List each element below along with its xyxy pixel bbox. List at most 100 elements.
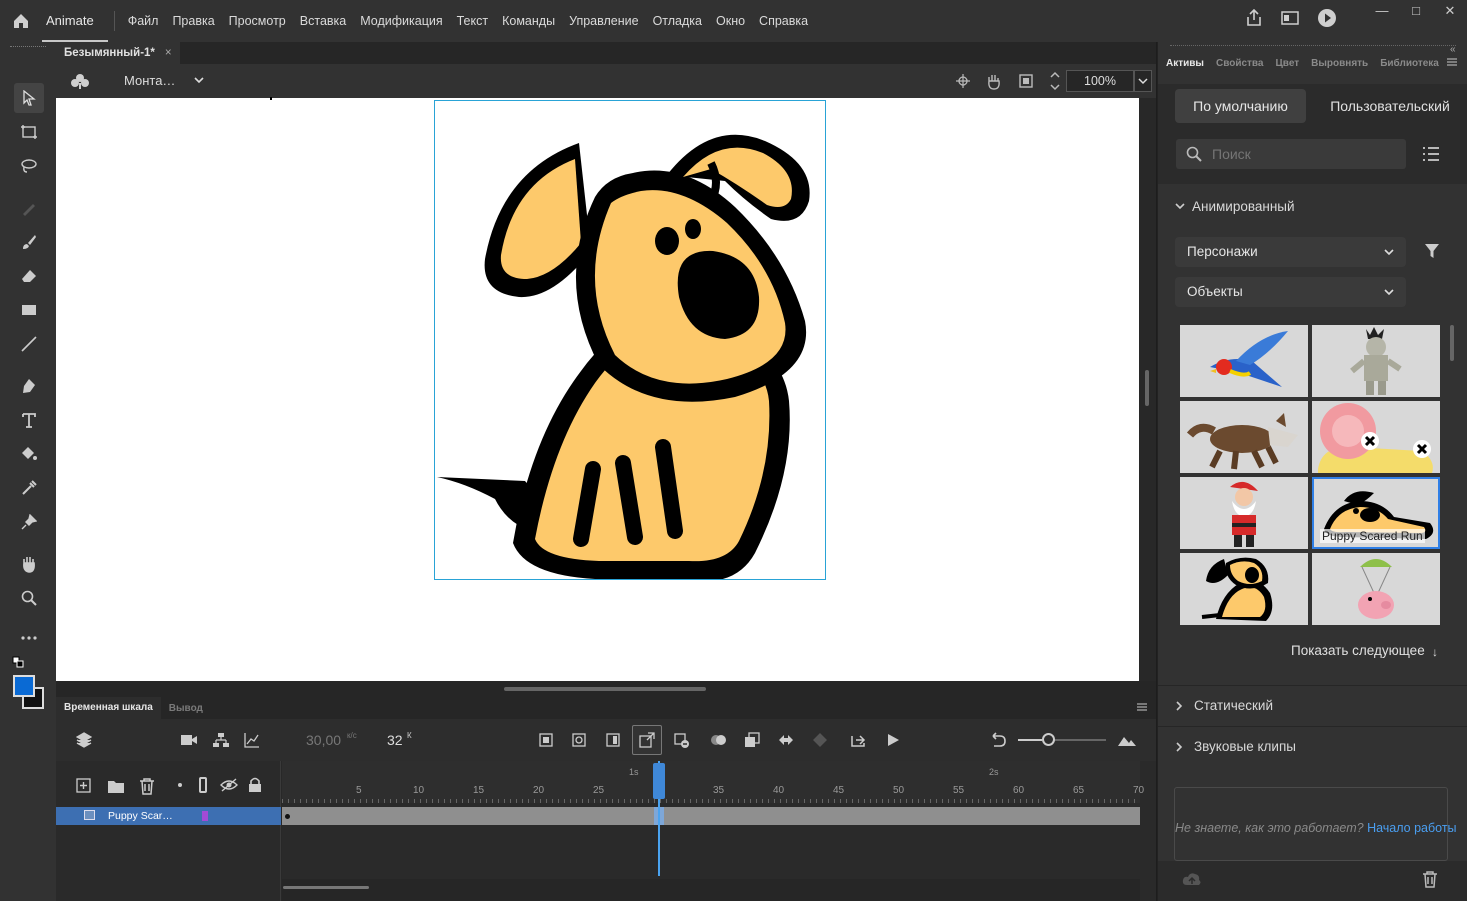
menu-window[interactable]: Окно bbox=[709, 14, 752, 28]
paint-bucket-tool-icon[interactable] bbox=[14, 439, 44, 469]
keyframe-marker[interactable] bbox=[285, 814, 290, 819]
graph-icon[interactable] bbox=[244, 732, 260, 748]
minimize-button[interactable]: — bbox=[1365, 0, 1399, 24]
show-more-link[interactable]: Показать следующее bbox=[1291, 643, 1425, 658]
asset-thumbnail-wolf[interactable] bbox=[1180, 401, 1308, 473]
pin-tool-icon[interactable] bbox=[14, 507, 44, 537]
asset-thumbnail-parrot[interactable] bbox=[1180, 325, 1308, 397]
remove-frame-icon[interactable] bbox=[674, 733, 690, 749]
layer-name[interactable]: Puppy Scar… bbox=[108, 810, 173, 822]
menu-debug[interactable]: Отладка bbox=[646, 14, 709, 28]
tab-assets[interactable]: Активы bbox=[1166, 58, 1204, 69]
onion-skin-icon[interactable] bbox=[710, 733, 728, 747]
free-transform-tool-icon[interactable] bbox=[14, 117, 44, 147]
search-field[interactable] bbox=[1176, 139, 1406, 169]
frame-ruler[interactable]: 1s 2s 510152025303540455055606570 bbox=[282, 761, 1144, 803]
section-static-row[interactable]: Статический bbox=[1158, 685, 1467, 725]
new-folder-icon[interactable] bbox=[107, 778, 125, 794]
menu-file[interactable]: Файл bbox=[121, 14, 166, 28]
menu-text[interactable]: Текст bbox=[450, 14, 495, 28]
tab-color[interactable]: Цвет bbox=[1276, 58, 1300, 69]
panel-menu-icon[interactable] bbox=[1446, 57, 1458, 67]
menu-edit[interactable]: Правка bbox=[165, 14, 221, 28]
chevron-down-icon[interactable] bbox=[1174, 200, 1186, 212]
tab-align[interactable]: Выровнять bbox=[1311, 58, 1368, 69]
menu-view[interactable]: Просмотр bbox=[222, 14, 293, 28]
custom-toggle-button[interactable]: Пользовательский bbox=[1322, 89, 1458, 123]
menu-insert[interactable]: Вставка bbox=[293, 14, 353, 28]
close-tab-icon[interactable]: × bbox=[165, 47, 172, 59]
new-layer-icon[interactable] bbox=[76, 778, 92, 794]
current-frame-value[interactable]: 32 bbox=[387, 732, 403, 748]
hand-tool-icon[interactable] bbox=[14, 549, 44, 579]
undo-icon[interactable] bbox=[988, 732, 1006, 748]
horizontal-scroll-thumb[interactable] bbox=[504, 687, 706, 691]
frames-hscroll[interactable] bbox=[282, 879, 1140, 901]
asset-thumbnail-puppy-scared-run[interactable]: Puppy Scared Run bbox=[1312, 477, 1440, 549]
search-input[interactable] bbox=[1212, 143, 1392, 165]
eyedropper-tool-icon[interactable] bbox=[14, 473, 44, 503]
menu-commands[interactable]: Команды bbox=[495, 14, 562, 28]
zoom-field[interactable]: 100% bbox=[1066, 70, 1134, 92]
arrow-down-icon[interactable]: ↓ bbox=[1432, 645, 1438, 659]
eraser-tool-icon[interactable] bbox=[14, 261, 44, 291]
app-name[interactable]: Animate bbox=[42, 0, 108, 42]
tab-library[interactable]: Библиотека bbox=[1380, 58, 1439, 69]
snap-icon[interactable] bbox=[955, 73, 971, 89]
asset-thumbnail-mummy[interactable] bbox=[1312, 325, 1440, 397]
frame-size-slider-thumb[interactable] bbox=[1042, 733, 1055, 746]
insert-keyframe-icon[interactable] bbox=[539, 733, 553, 747]
section-sound-row[interactable]: Звуковые клипы bbox=[1158, 726, 1467, 766]
menu-control[interactable]: Управление bbox=[562, 14, 646, 28]
asset-thumbnail-puppy[interactable] bbox=[1180, 553, 1308, 625]
chevron-down-icon[interactable] bbox=[193, 74, 205, 86]
menu-help[interactable]: Справка bbox=[752, 14, 815, 28]
selection-tool-icon[interactable] bbox=[14, 83, 44, 113]
fit-frames-icon[interactable] bbox=[1117, 733, 1137, 747]
share-icon[interactable] bbox=[1245, 9, 1263, 27]
vertical-scrollbar[interactable] bbox=[1139, 98, 1156, 681]
lasso-tool-icon[interactable] bbox=[14, 151, 44, 181]
frames-scroll-thumb[interactable] bbox=[283, 886, 369, 889]
vertical-scroll-thumb[interactable] bbox=[1145, 370, 1149, 406]
menu-modify[interactable]: Модификация bbox=[353, 14, 449, 28]
pencil-tool-icon[interactable] bbox=[14, 193, 44, 223]
edit-multiple-frames-icon[interactable] bbox=[744, 732, 760, 748]
scene-symbol-icon[interactable] bbox=[70, 72, 90, 90]
tab-properties[interactable]: Свойства bbox=[1216, 58, 1264, 69]
characters-dropdown[interactable]: Персонажи bbox=[1175, 237, 1406, 267]
stage-canvas[interactable] bbox=[434, 100, 826, 580]
tab-timeline[interactable]: Временная шкала bbox=[56, 697, 161, 719]
test-movie-icon[interactable] bbox=[1317, 8, 1337, 28]
play-icon[interactable] bbox=[886, 733, 900, 747]
fps-value[interactable]: 30,00 bbox=[306, 732, 341, 748]
panel-grip[interactable] bbox=[10, 46, 46, 50]
zoom-chevron-down-icon[interactable] bbox=[1134, 70, 1152, 92]
puppy-drawing[interactable] bbox=[435, 101, 825, 579]
zoom-tool-icon[interactable] bbox=[14, 583, 44, 613]
asset-thumbnail-snail[interactable] bbox=[1312, 401, 1440, 473]
highlight-layer-icon[interactable] bbox=[178, 783, 182, 787]
pen-tool-icon[interactable] bbox=[14, 371, 44, 401]
camera-icon[interactable] bbox=[180, 733, 198, 747]
list-view-icon[interactable] bbox=[1422, 146, 1440, 162]
swap-colors-icon[interactable] bbox=[12, 656, 24, 668]
scene-dropdown-label[interactable]: Монта… bbox=[124, 73, 175, 88]
close-button[interactable]: ✕ bbox=[1433, 0, 1467, 24]
screen-mode-icon[interactable] bbox=[1281, 9, 1299, 27]
asset-thumbnail-pig[interactable] bbox=[1312, 553, 1440, 625]
get-started-link[interactable]: Начало работы bbox=[1367, 821, 1456, 835]
layer-row[interactable]: Puppy Scar… bbox=[56, 807, 281, 825]
layers-icon[interactable] bbox=[76, 732, 92, 748]
delete-layer-icon[interactable] bbox=[139, 777, 155, 795]
brush-tool-icon[interactable] bbox=[14, 227, 44, 257]
lock-icon[interactable] bbox=[248, 777, 262, 793]
home-icon[interactable] bbox=[0, 0, 42, 42]
trash-icon[interactable] bbox=[1422, 870, 1438, 888]
outline-icon[interactable] bbox=[199, 777, 207, 793]
horizontal-scrollbar[interactable] bbox=[56, 681, 1156, 697]
layer-parenting-icon[interactable] bbox=[212, 732, 230, 748]
insert-blank-keyframe-icon[interactable] bbox=[572, 733, 586, 747]
asset-thumbnail-santa[interactable] bbox=[1180, 477, 1308, 549]
cloud-upload-icon[interactable] bbox=[1182, 871, 1202, 887]
